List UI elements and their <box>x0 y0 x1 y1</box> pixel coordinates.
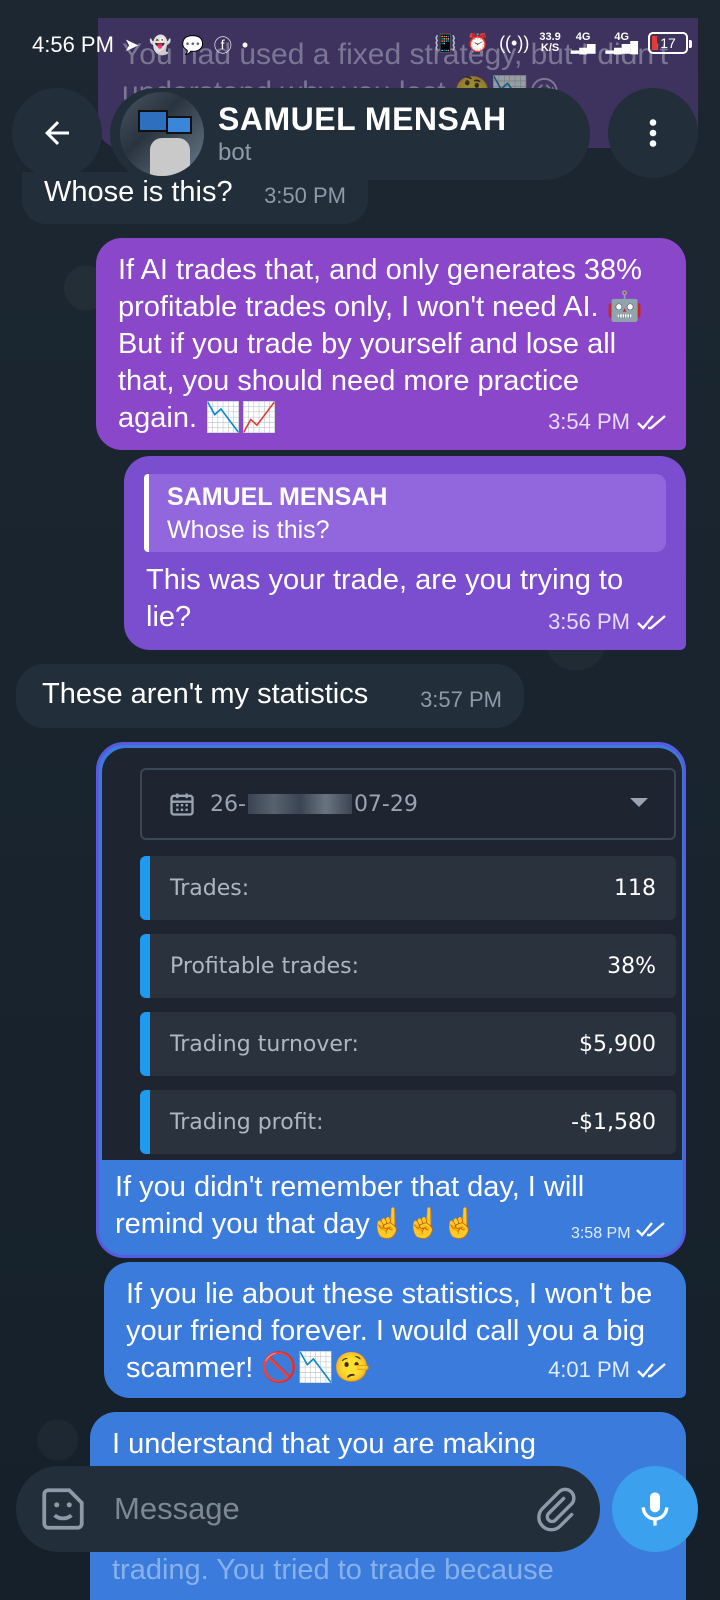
stat-label: Trades: <box>170 875 250 901</box>
stat-row-trading-turnover: Trading turnover: $5,900 <box>140 1012 676 1076</box>
sticker-icon[interactable] <box>38 1484 88 1534</box>
double-check-icon <box>636 1222 665 1237</box>
stat-value: 38% <box>607 953 656 979</box>
chat-name: SAMUEL MENSAH <box>218 101 507 137</box>
avatar-detail <box>166 116 192 134</box>
date-suffix: 07-29 <box>353 791 418 817</box>
stat-value: -$1,580 <box>571 1109 656 1135</box>
more-notifications-icon: • <box>241 34 249 55</box>
chat-notification-icon: 💬 <box>181 34 204 55</box>
status-bar-left: 4:56 PM ➤ 👻 💬 ⓕ • <box>32 32 248 58</box>
avatar-detail <box>138 110 168 132</box>
hotspot-icon: ((•)) <box>499 32 530 53</box>
signal-2-label: 4G <box>614 31 630 43</box>
status-bar-right: 📳 ⏰ ((•)) 33.9 K/S 4G ▂▄▆ 4G ▂▄▆█ 17 <box>434 31 692 54</box>
message-time: 3:56 PM <box>548 609 630 634</box>
avatar-detail <box>150 138 190 176</box>
avatar[interactable] <box>120 92 204 176</box>
double-check-icon <box>637 614 666 630</box>
blurred-date <box>247 794 352 814</box>
voice-record-button[interactable] <box>612 1466 698 1552</box>
outgoing-reply-message[interactable]: SAMUEL MENSAH Whose is this? This was yo… <box>124 456 686 650</box>
chat-header: SAMUEL MENSAH bot <box>0 88 720 188</box>
network-speed: 33.9 K/S <box>539 32 560 54</box>
facebook-notification-icon: ⓕ <box>213 36 232 56</box>
signal-1-label: 4G <box>575 31 591 43</box>
snapchat-notification-icon: 👻 <box>149 34 172 55</box>
message-text: I understand that you are making <box>112 1428 536 1460</box>
alarm-icon: ⏰ <box>466 32 490 53</box>
message-composer <box>16 1466 600 1552</box>
message-text: These aren't my statistics <box>42 678 369 710</box>
telegram-notification-icon: ➤ <box>123 34 140 55</box>
date-prefix: 26- <box>210 791 246 817</box>
network-speed-unit: K/S <box>540 42 560 54</box>
status-time: 4:56 PM <box>32 32 114 57</box>
stat-label: Profitable trades: <box>170 953 359 979</box>
message-time: 3:57 PM <box>420 687 502 712</box>
double-check-icon <box>637 414 666 430</box>
battery-icon: 17 <box>648 32 692 54</box>
message-meta: 3:56 PM <box>548 603 670 640</box>
message-meta: 3:58 PM <box>571 1220 669 1243</box>
message-meta: 3:54 PM <box>548 403 670 440</box>
stat-label: Trading turnover: <box>170 1031 359 1057</box>
outgoing-message[interactable]: If you lie about these statistics, I won… <box>104 1262 686 1398</box>
reply-author: SAMUEL MENSAH <box>167 483 388 511</box>
back-button[interactable] <box>12 88 102 178</box>
reply-quote[interactable]: SAMUEL MENSAH Whose is this? <box>144 474 666 552</box>
stat-label: Trading profit: <box>170 1109 324 1135</box>
chat-title-block: SAMUEL MENSAH bot <box>218 100 507 168</box>
stat-value: 118 <box>614 875 656 901</box>
date-range-selector: 26- 07-29 <box>140 768 676 840</box>
message-text-obscured: trading. You tried to trade because <box>112 1554 554 1586</box>
stat-row-profitable-trades: Profitable trades: 38% <box>140 934 676 998</box>
message-time: 3:58 PM <box>570 1225 631 1242</box>
message-time: 4:01 PM <box>548 1357 630 1382</box>
message-time: 3:54 PM <box>548 409 630 434</box>
reply-text: Whose is this? <box>167 516 330 544</box>
back-arrow-icon <box>45 121 69 145</box>
statistics-screenshot[interactable]: 26- 07-29 Trades: 118 Profitable trades:… <box>102 748 682 1160</box>
chat-subtitle: bot <box>218 139 252 166</box>
more-options-button[interactable] <box>608 88 698 178</box>
stat-value: $5,900 <box>579 1031 656 1057</box>
stat-row-trades: Trades: 118 <box>140 856 676 920</box>
chevron-down-icon <box>630 798 648 807</box>
outgoing-message[interactable]: If AI trades that, and only generates 38… <box>96 238 686 450</box>
calendar-icon <box>170 793 194 816</box>
chat-title-button[interactable]: SAMUEL MENSAH bot <box>110 88 590 180</box>
signal-1: 4G ▂▄▆ <box>570 31 596 54</box>
battery-level: 17 <box>660 35 676 51</box>
status-bar: 4:56 PM ➤ 👻 💬 ⓕ • 📳 ⏰ ((•)) 33.9 K/S 4G ▂… <box>0 0 720 90</box>
mic-icon <box>641 1492 669 1526</box>
signal-2: 4G ▂▄▆█ <box>605 31 638 54</box>
stat-row-trading-profit: Trading profit: -$1,580 <box>140 1090 676 1154</box>
incoming-message[interactable]: These aren't my statistics 3:57 PM <box>16 664 524 728</box>
more-vert-icon <box>649 119 657 147</box>
attach-icon[interactable] <box>532 1486 578 1532</box>
vibrate-icon: 📳 <box>434 32 457 53</box>
message-input[interactable] <box>114 1491 532 1527</box>
message-meta: 4:01 PM <box>548 1351 670 1388</box>
outgoing-image-message[interactable]: 26- 07-29 Trades: 118 Profitable trades:… <box>96 742 686 1258</box>
double-check-icon <box>637 1362 666 1378</box>
